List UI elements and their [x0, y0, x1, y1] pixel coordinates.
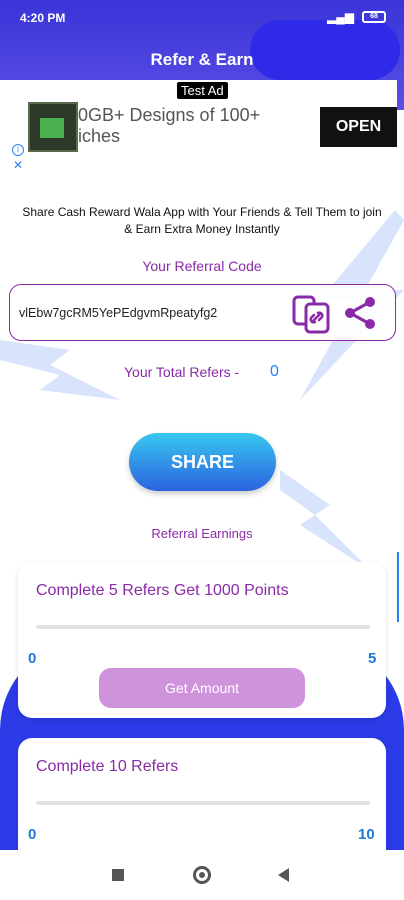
- status-icons: ▂▄▆ 68: [327, 10, 386, 24]
- ad-headline[interactable]: 0GB+ Designs of 100+ iches: [78, 105, 260, 147]
- page-title: Refer & Earn: [150, 50, 254, 69]
- ad-headline-line2: iches: [78, 126, 121, 146]
- progress-max: 10: [358, 826, 375, 843]
- share-icon[interactable]: [343, 296, 377, 330]
- referral-code-box: vlEbw7gcRM5YePEdgvmRpeatyfg2: [9, 284, 396, 341]
- reward-progress-bar: [36, 801, 370, 805]
- reward-card-title: Complete 10 Refers: [36, 758, 179, 775]
- copy-icon[interactable]: [292, 294, 332, 334]
- status-bar: 4:20 PM ▂▄▆ 68: [0, 0, 404, 34]
- status-time: 4:20 PM: [20, 11, 66, 25]
- referral-code-value: vlEbw7gcRM5YePEdgvmRpeatyfg2: [19, 306, 218, 320]
- progress-min: 0: [28, 826, 37, 843]
- system-nav-bar: [0, 850, 404, 900]
- ad-thumbnail[interactable]: [28, 102, 78, 152]
- reward-progress-bar: [36, 625, 370, 629]
- reward-card-title: Complete 5 Refers Get 1000 Points: [36, 582, 289, 599]
- back-icon[interactable]: [278, 868, 289, 882]
- home-icon[interactable]: [193, 866, 211, 884]
- referral-code-label: Your Referral Code: [142, 258, 262, 274]
- ad-tag: Test Ad: [177, 82, 228, 99]
- total-refers-value: 0: [270, 363, 279, 380]
- share-button[interactable]: SHARE: [129, 433, 276, 491]
- lightning-bolt-decoration: [280, 470, 370, 570]
- progress-min: 0: [28, 650, 37, 667]
- battery-icon: 68: [362, 11, 386, 23]
- ad-info-icon[interactable]: i: [12, 144, 24, 156]
- referral-description: Share Cash Reward Wala App with Your Fri…: [22, 205, 382, 236]
- signal-icon: ▂▄▆: [327, 10, 354, 24]
- recents-icon[interactable]: [112, 869, 124, 881]
- ad-open-button[interactable]: OPEN: [320, 107, 397, 147]
- ad-headline-line1: 0GB+ Designs of 100+: [78, 105, 261, 125]
- total-refers-label: Your Total Refers -: [124, 364, 240, 380]
- progress-max: 5: [368, 650, 377, 667]
- referral-earnings-label: Referral Earnings: [151, 526, 253, 541]
- get-amount-button[interactable]: Get Amount: [99, 668, 305, 708]
- scrollbar[interactable]: [397, 552, 399, 622]
- ad-close-icon[interactable]: ✕: [13, 158, 23, 172]
